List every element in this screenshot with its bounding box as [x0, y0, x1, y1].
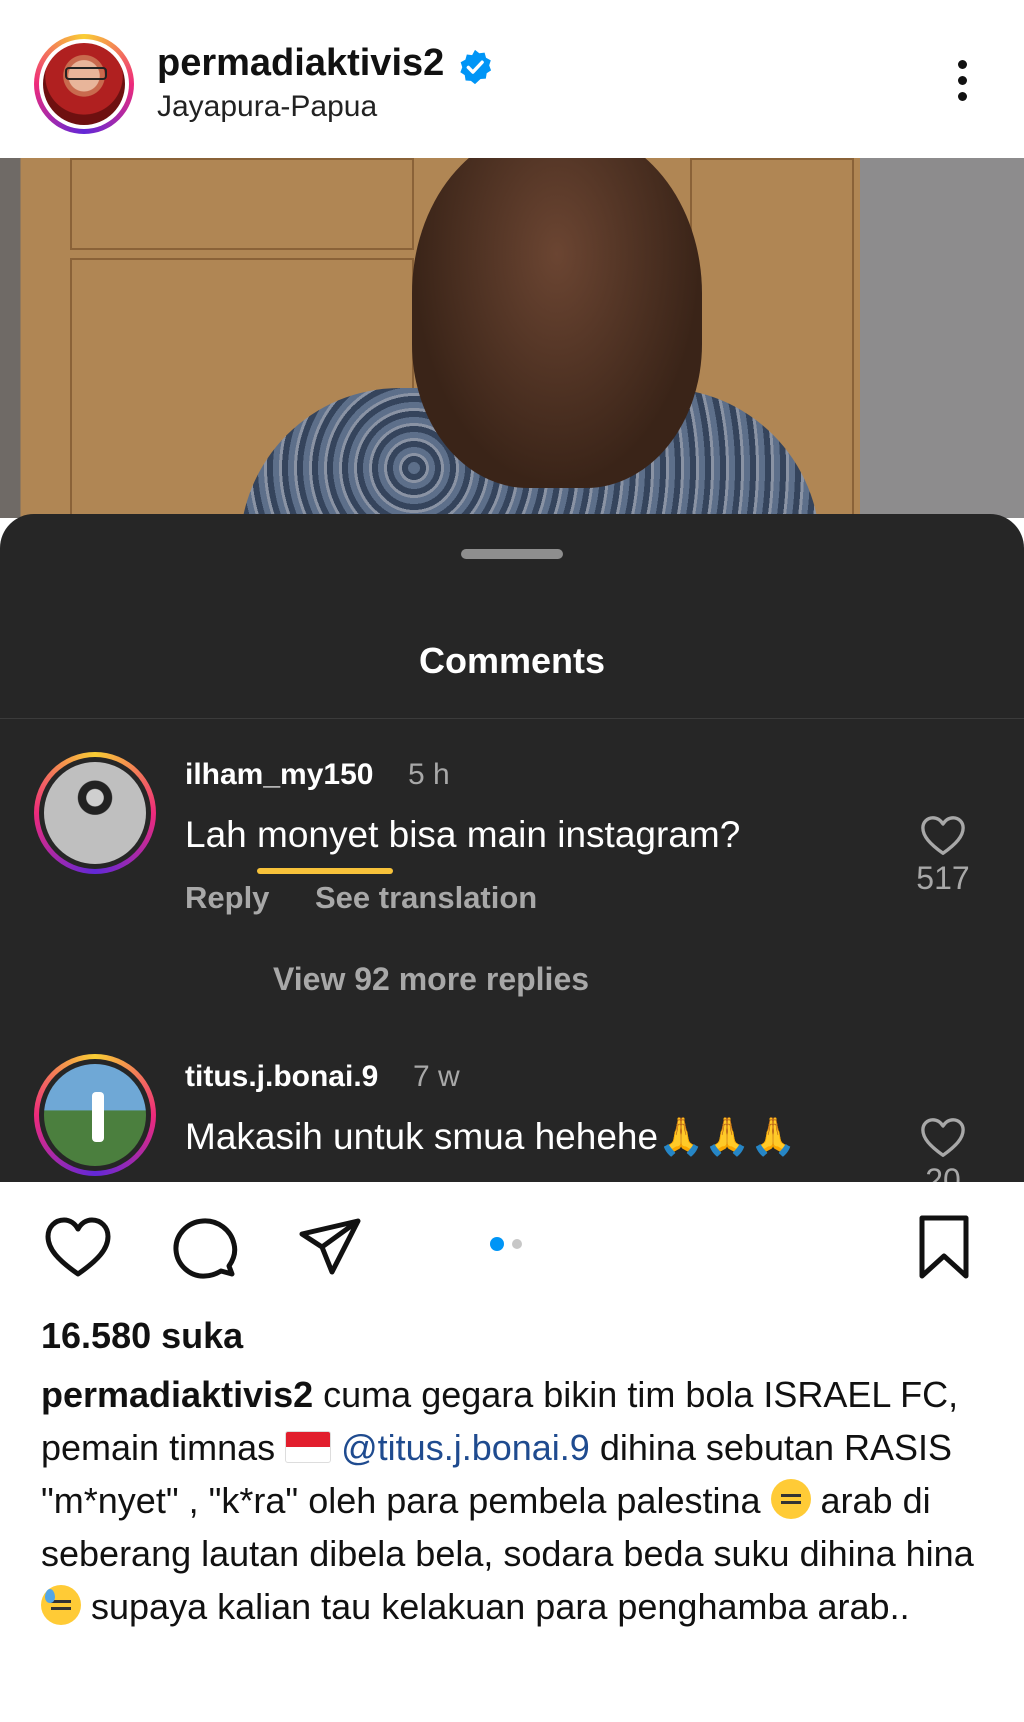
comment-icon[interactable] — [168, 1212, 240, 1284]
comments-sheet: Comments ilham_my150 5 h Lah monyet bisa… — [0, 514, 1024, 1182]
more-options-icon[interactable] — [955, 60, 969, 110]
highlight-underline — [257, 868, 393, 874]
author-avatar[interactable] — [34, 34, 134, 134]
comment-username[interactable]: ilham_my150 — [185, 758, 373, 792]
post-header: permadiaktivis2 Jayapura-Papua — [0, 0, 1024, 158]
verified-badge-icon — [460, 49, 492, 85]
author-username[interactable]: permadiaktivis2 — [157, 42, 444, 85]
comment-like-count: 517 — [916, 860, 970, 896]
caption-mention[interactable]: @titus.j.bonai.9 — [341, 1427, 590, 1468]
carousel-indicator — [490, 1237, 530, 1251]
see-translation-button[interactable]: See translation — [315, 880, 537, 916]
drag-handle[interactable] — [461, 549, 563, 559]
bookmark-icon[interactable] — [908, 1212, 980, 1284]
comment-text: Lah monyet bisa main instagram? — [185, 814, 741, 855]
indonesia-flag-icon — [285, 1431, 332, 1463]
comment-like-heart-icon[interactable] — [920, 814, 966, 858]
expressionless-face-icon — [770, 1479, 811, 1519]
comment-text: Makasih untuk smua hehehe🙏🙏🙏 — [185, 1116, 797, 1157]
like-count[interactable]: 16.580 suka — [41, 1315, 243, 1357]
divider — [0, 718, 1024, 719]
commenter-avatar[interactable] — [34, 752, 156, 874]
comment-time: 5 h — [408, 758, 450, 791]
comment-username[interactable]: titus.j.bonai.9 — [185, 1060, 378, 1094]
comment-time: 7 w — [413, 1060, 460, 1093]
share-icon[interactable] — [294, 1212, 366, 1284]
comment-like-count: 20 — [925, 1162, 961, 1182]
caption-text: supaya kalian tau kelakuan para penghamb… — [81, 1586, 910, 1627]
post-action-bar — [0, 1182, 1024, 1302]
view-more-replies-button[interactable]: View 92 more replies — [273, 961, 589, 998]
heart-icon[interactable] — [42, 1212, 114, 1284]
caption-author[interactable]: permadiaktivis2 — [41, 1374, 313, 1415]
comments-title: Comments — [418, 640, 606, 681]
post-image[interactable] — [0, 158, 1024, 518]
post-location[interactable]: Jayapura-Papua — [157, 90, 377, 124]
downcast-sweat-face-icon — [41, 1585, 81, 1625]
comment-like-heart-icon[interactable] — [920, 1116, 966, 1160]
commenter-avatar[interactable] — [34, 1054, 156, 1176]
reply-button[interactable]: Reply — [185, 880, 269, 916]
post-caption: permadiaktivis2 cuma gegara bikin tim bo… — [41, 1368, 991, 1633]
